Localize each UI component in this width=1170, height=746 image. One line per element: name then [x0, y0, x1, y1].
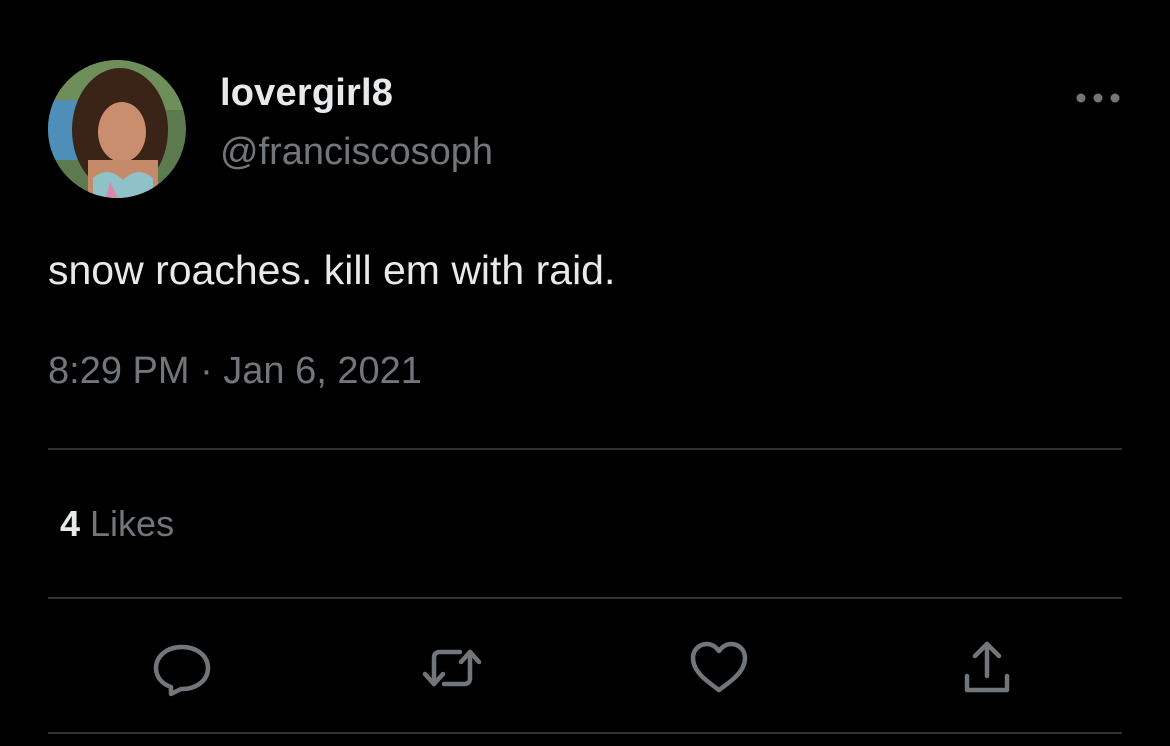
likes-label: Likes — [90, 503, 175, 544]
share-button[interactable] — [955, 636, 1019, 700]
avatar[interactable] — [48, 60, 186, 198]
tweet-timestamp[interactable]: 8:29 PM · Jan 6, 2021 — [48, 350, 422, 393]
heart-icon — [690, 641, 748, 693]
display-name[interactable]: lovergirl8 — [220, 72, 393, 115]
reply-button[interactable] — [150, 636, 214, 700]
retweet-button[interactable] — [420, 636, 484, 700]
divider — [48, 597, 1122, 599]
more-icon — [1076, 93, 1120, 103]
divider — [48, 448, 1122, 450]
avatar-image — [48, 60, 186, 198]
user-handle[interactable]: @franciscosoph — [220, 131, 493, 174]
reply-icon — [153, 644, 211, 697]
likes-stat[interactable]: 4 Likes — [60, 503, 174, 545]
likes-count: 4 — [60, 503, 81, 544]
like-button[interactable] — [687, 636, 751, 700]
tweet-text: snow roaches. kill em with raid. — [48, 247, 616, 293]
more-options-button[interactable] — [1070, 80, 1126, 116]
share-icon — [964, 641, 1010, 693]
retweet-icon — [422, 649, 482, 687]
tweet-detail: lovergirl8 @franciscosoph snow roaches. … — [0, 0, 1170, 746]
divider — [48, 732, 1122, 734]
